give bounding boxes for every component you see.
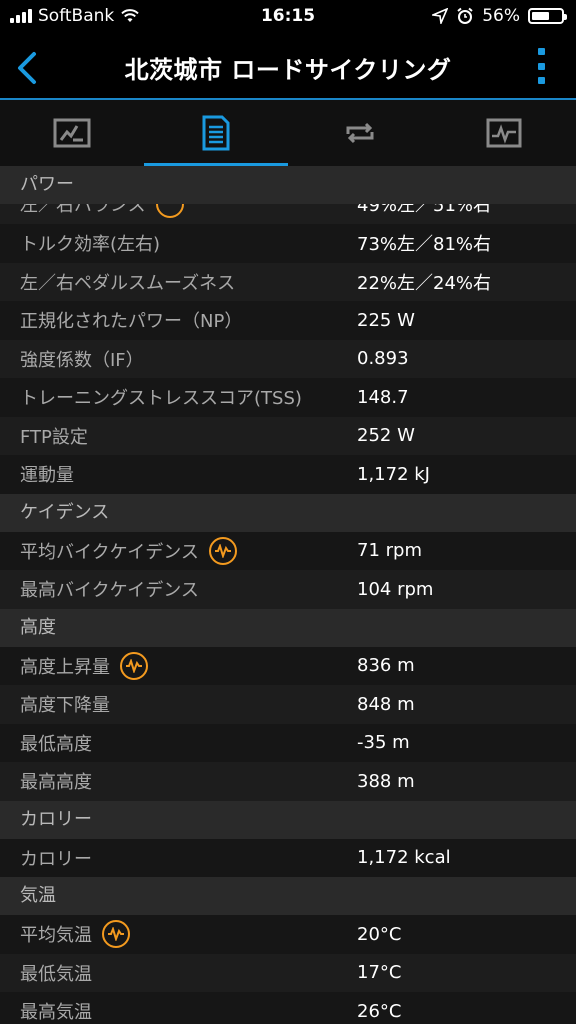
tab-laps[interactable]: [288, 100, 432, 166]
section-header-cadence: ケイデンス: [0, 493, 576, 532]
row-label: 最高高度: [20, 772, 92, 794]
row-value: 71 rpm: [357, 540, 422, 562]
repeat-laps-icon: [346, 122, 374, 144]
list-item: 平均気温 20°C: [0, 915, 576, 954]
chart-wave-icon[interactable]: [120, 651, 148, 680]
row-value: 848 m: [357, 693, 415, 715]
tab-charts[interactable]: [432, 100, 576, 166]
row-label: 平均バイクケイデンス: [20, 541, 199, 563]
list-item: 最低高度 -35 m: [0, 724, 576, 763]
section-temperature-rows: 平均気温 20°C 最低気温 17°C 最高気温 26°C: [0, 915, 576, 1024]
row-label: 最低高度: [20, 733, 92, 755]
row-value: 104 rpm: [357, 578, 434, 600]
row-value: 22%左／24%右: [357, 272, 492, 294]
row-label: トルク効率(左右): [20, 234, 161, 256]
partial-row: 左／右バランス 49%左／51%右: [0, 204, 576, 224]
row-value: 26°C: [357, 1000, 402, 1022]
alarm-icon: [457, 7, 473, 24]
list-item: 最低気温 17°C: [0, 953, 576, 992]
list-item: 運動量 1,172 kJ: [0, 455, 576, 494]
page-title: 北茨城市 ロードサイクリング: [124, 56, 452, 84]
list-item: トルク効率(左右) 73%左／81%右: [0, 224, 576, 263]
row-value: 225 W: [357, 309, 415, 331]
list-item: FTP設定 252 W: [0, 416, 576, 455]
activity-chart-icon: [486, 118, 522, 148]
row-label: 左／右バランス: [20, 204, 146, 217]
list-item: 左／右ペダルスムーズネス 22%左／24%右: [0, 262, 576, 301]
list-item: 高度下降量 848 m: [0, 685, 576, 724]
row-label: トレーニングストレススコア(TSS): [20, 388, 302, 410]
document-list-icon: [202, 115, 230, 151]
activity-details-list[interactable]: パワー 左／右バランス 49%左／51%右 トルク効率(左右) 73%左／81%右…: [0, 166, 576, 1024]
row-value: 388 m: [357, 770, 415, 792]
tab-bar: [0, 100, 576, 166]
status-bar: SoftBank 16:15 56%: [0, 0, 576, 36]
battery-percent: 56%: [482, 6, 520, 26]
row-label: 正規化されたパワー（NP）: [20, 311, 243, 333]
row-label: 最高気温: [20, 1002, 92, 1024]
row-label: 最低気温: [20, 963, 92, 985]
section-header-elevation: 高度: [0, 608, 576, 647]
row-label: FTP設定: [20, 426, 88, 448]
list-item: 最高気温 26°C: [0, 992, 576, 1024]
list-item: カロリー 1,172 kcal: [0, 839, 576, 878]
tab-details[interactable]: [144, 100, 288, 166]
row-value: -35 m: [357, 732, 410, 754]
row-value: 252 W: [357, 425, 415, 447]
list-item: 高度上昇量 836 m: [0, 647, 576, 686]
row-value: 1,172 kcal: [357, 847, 451, 869]
row-value: 148.7: [357, 386, 409, 408]
row-label: 運動量: [20, 465, 74, 487]
row-label: カロリー: [20, 848, 92, 870]
row-label: 強度係数（IF）: [20, 349, 144, 371]
list-item: トレーニングストレススコア(TSS) 148.7: [0, 378, 576, 417]
row-label: 左／右ペダルスムーズネス: [20, 272, 236, 294]
list-item: 平均バイクケイデンス 71 rpm: [0, 532, 576, 571]
row-value: 0.893: [357, 348, 409, 370]
row-value: 49%左／51%右: [357, 204, 492, 217]
section-calories-rows: カロリー 1,172 kcal: [0, 839, 576, 878]
list-item: 最高バイクケイデンス 104 rpm: [0, 570, 576, 609]
more-options-icon[interactable]: [536, 48, 546, 84]
chart-wave-icon[interactable]: [208, 536, 237, 565]
list-item: 最高高度 388 m: [0, 762, 576, 801]
battery-icon: [528, 8, 567, 24]
section-power-rows: トルク効率(左右) 73%左／81%右 左／右ペダルスムーズネス 22%左／24%右…: [0, 224, 576, 494]
row-value: 1,172 kJ: [357, 463, 430, 485]
row-value: 836 m: [357, 655, 415, 677]
back-chevron-icon[interactable]: [10, 48, 50, 88]
location-arrow-icon: [432, 8, 449, 24]
row-label: 平均気温: [20, 925, 92, 947]
row-value: 73%左／81%右: [357, 234, 492, 256]
list-item: 強度係数（IF） 0.893: [0, 339, 576, 378]
map-chart-icon: [53, 118, 91, 148]
row-label: 最高バイクケイデンス: [20, 580, 199, 602]
section-header-calories: カロリー: [0, 800, 576, 839]
section-elevation-rows: 高度上昇量 836 m 高度下降量 848 m 最低高度 -35 m 最高高度 388…: [0, 647, 576, 801]
tab-map[interactable]: [0, 100, 144, 166]
row-label: 高度上昇量: [20, 656, 110, 678]
row-label: 高度下降量: [20, 695, 110, 717]
section-cadence-rows: 平均バイクケイデンス 71 rpm 最高バイクケイデンス 104 rpm: [0, 532, 576, 609]
chart-wave-icon[interactable]: [155, 204, 184, 219]
section-header-power: パワー: [0, 166, 576, 204]
row-value: 20°C: [357, 923, 402, 945]
chart-wave-icon[interactable]: [102, 920, 130, 949]
navigation-bar: 北茨城市 ロードサイクリング: [0, 36, 576, 100]
row-value: 17°C: [357, 962, 402, 984]
list-item: 正規化されたパワー（NP） 225 W: [0, 301, 576, 340]
section-header-temperature: 気温: [0, 877, 576, 915]
